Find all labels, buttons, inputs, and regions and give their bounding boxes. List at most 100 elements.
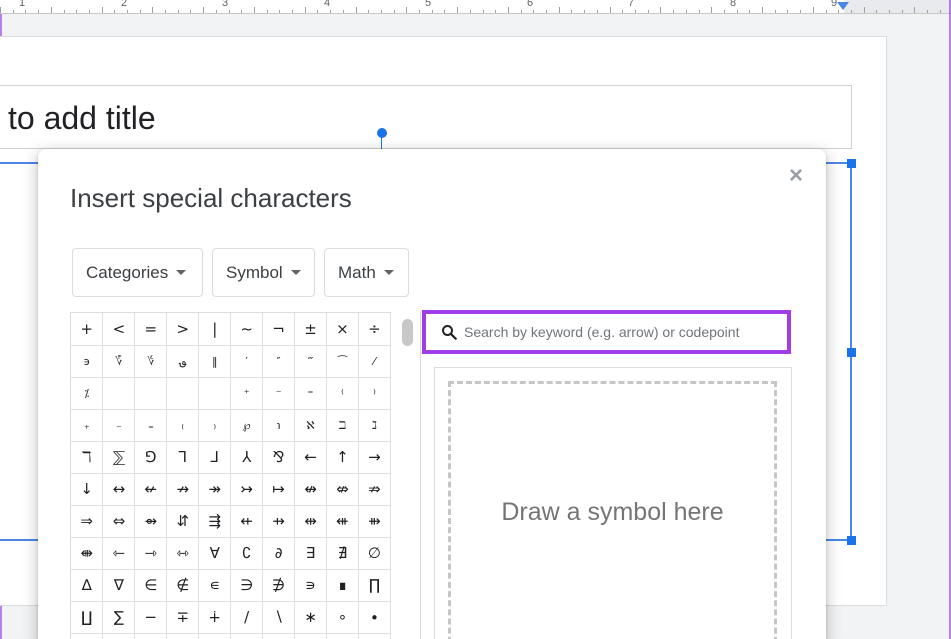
character-cell[interactable]: ₍ [166, 409, 200, 442]
character-cell[interactable]: ↛ [166, 473, 200, 506]
character-cell[interactable]: ₎ [198, 409, 232, 442]
character-cell[interactable]: ∐ [71, 601, 104, 634]
character-cell[interactable]: ℩ [262, 409, 296, 442]
character-cell[interactable]: ⇔ [102, 505, 136, 538]
character-cell[interactable]: < [102, 313, 136, 346]
character-cell[interactable]: + [71, 313, 104, 346]
symbol-dropdown[interactable]: Symbol [212, 248, 315, 297]
character-cell[interactable]: ∘ [326, 601, 359, 634]
character-cell[interactable]: ∍ [294, 569, 327, 602]
character-cell[interactable]: ← [294, 441, 327, 474]
character-cell[interactable]: ⇶ [198, 505, 232, 538]
character-cell[interactable]: ℶ [326, 409, 359, 442]
search-box[interactable] [422, 310, 791, 354]
character-cell[interactable]: ∌ [262, 569, 296, 602]
character-cell[interactable]: ‖ [198, 345, 232, 378]
character-cell[interactable]: ⇼ [71, 537, 104, 570]
grid-scrollbar-thumb[interactable] [402, 319, 413, 346]
character-cell[interactable]: ∏ [358, 569, 391, 602]
character-cell[interactable]: ↮ [294, 473, 327, 506]
character-cell[interactable]: ∈ [134, 569, 168, 602]
character-cell[interactable]: ′ [230, 345, 264, 378]
character-cell[interactable]: ↠ [198, 473, 232, 506]
character-cell[interactable]: ⅋ [262, 441, 296, 474]
character-cell[interactable]: ∙ [358, 601, 391, 634]
character-cell[interactable]: ∁ [230, 537, 264, 570]
character-cell[interactable]: ₊ [71, 409, 104, 442]
character-cell[interactable]: | [198, 313, 232, 346]
character-cell[interactable]: ∃ [294, 537, 327, 570]
categories-dropdown[interactable]: Categories [72, 248, 203, 297]
character-cell[interactable]: ± [294, 313, 327, 346]
close-icon[interactable]: × [786, 164, 806, 188]
character-cell[interactable]: ℵ [294, 409, 327, 442]
character-cell[interactable]: ⁻ [262, 377, 296, 410]
character-cell[interactable]: ⅀ [102, 441, 136, 474]
resize-handle-bottom-right[interactable] [847, 536, 856, 545]
character-cell[interactable]: ∝ [166, 633, 200, 639]
character-cell[interactable]: ₌ [134, 409, 168, 442]
character-cell[interactable]: ؈ [166, 345, 200, 378]
character-cell[interactable]: ⇸ [262, 505, 296, 538]
character-cell[interactable]: ∡ [294, 633, 327, 639]
character-cell[interactable]: ⇵ [166, 505, 200, 538]
character-cell[interactable]: ⇺ [326, 505, 359, 538]
character-cell[interactable]: ؇ [134, 345, 168, 378]
character-cell[interactable]: ∟ [230, 633, 264, 639]
character-cell[interactable]: ∄ [326, 537, 359, 570]
character-cell[interactable]: ∉ [166, 569, 200, 602]
character-cell[interactable]: ⇒ [71, 505, 104, 538]
character-cell[interactable]: ⇹ [294, 505, 327, 538]
character-cell[interactable]: ⁒ [71, 377, 104, 410]
character-cell[interactable]: ₋ [102, 409, 136, 442]
character-cell[interactable]: ∕ [230, 601, 264, 634]
character-cell[interactable]: ؆ [102, 345, 136, 378]
character-cell[interactable]: ↑ [326, 441, 359, 474]
character-cell[interactable]: ⇎ [326, 473, 359, 506]
character-cell[interactable]: ∋ [230, 569, 264, 602]
character-cell[interactable]: ~ [230, 313, 264, 346]
character-cell[interactable]: ∗ [294, 601, 327, 634]
character-cell[interactable]: ″ [262, 345, 296, 378]
character-cell[interactable]: ⇽ [102, 537, 136, 570]
character-cell[interactable]: ∀ [198, 537, 232, 570]
character-cell[interactable]: ↓ [71, 473, 104, 506]
character-cell[interactable]: ⇻ [358, 505, 391, 538]
character-cell[interactable]: → [358, 441, 391, 474]
character-cell[interactable]: ⁼ [294, 377, 327, 410]
character-cell[interactable]: ∣ [358, 633, 391, 639]
character-cell[interactable]: ∠ [262, 633, 296, 639]
character-cell[interactable]: ∎ [326, 569, 359, 602]
character-cell[interactable]: ⇿ [166, 537, 200, 570]
character-cell[interactable]: ⇷ [230, 505, 264, 538]
character-cell[interactable]: ⁾ [358, 377, 391, 410]
character-cell[interactable]: ↦ [262, 473, 296, 506]
character-cell[interactable]: ¬ [262, 313, 296, 346]
character-cell[interactable]: − [134, 601, 168, 634]
resize-handle-middle-right[interactable] [847, 348, 856, 357]
rotate-handle[interactable] [377, 128, 387, 138]
character-cell[interactable]: ∊ [198, 569, 232, 602]
character-cell[interactable]: = [134, 313, 168, 346]
character-cell[interactable]: ⅂ [166, 441, 200, 474]
character-cell[interactable]: ∑ [102, 601, 136, 634]
character-cell[interactable]: ∞ [198, 633, 232, 639]
character-cell[interactable]: ∔ [198, 601, 232, 634]
character-cell[interactable]: ℷ [358, 409, 391, 442]
character-cell[interactable]: ℘ [230, 409, 264, 442]
character-cell[interactable]: ∅ [358, 537, 391, 570]
character-cell[interactable]: ∖ [262, 601, 296, 634]
character-cell[interactable]: ⁺ [230, 377, 264, 410]
character-cell[interactable]: ↣ [230, 473, 264, 506]
math-dropdown[interactable]: Math [324, 248, 409, 297]
search-input[interactable] [464, 324, 784, 340]
character-cell[interactable]: ⅄ [230, 441, 264, 474]
title-placeholder-text[interactable]: to add title [8, 100, 156, 137]
character-cell[interactable]: × [326, 313, 359, 346]
draw-symbol-canvas[interactable]: Draw a symbol here [448, 381, 777, 639]
character-cell[interactable]: ⇾ [134, 537, 168, 570]
resize-handle-top-right[interactable] [847, 159, 856, 168]
character-cell[interactable]: ‴ [294, 345, 327, 378]
character-cell[interactable]: ÷ [358, 313, 391, 346]
ruler-indent-marker[interactable] [837, 2, 849, 10]
